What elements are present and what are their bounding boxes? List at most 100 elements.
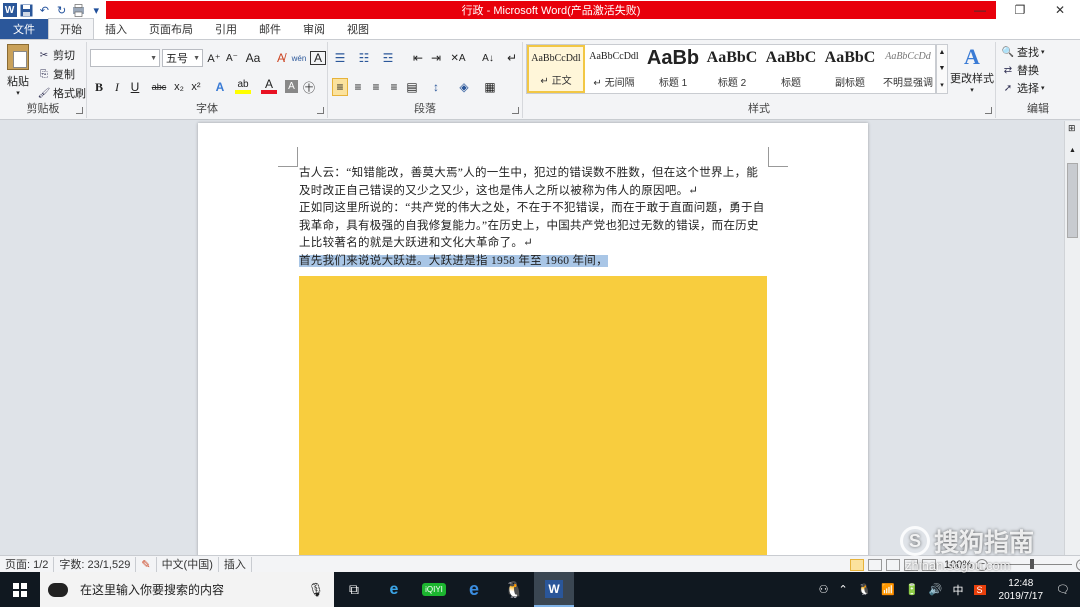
insert-mode[interactable]: 插入 <box>219 556 252 572</box>
replace-button[interactable]: ⇄ 替换 <box>1002 62 1039 78</box>
cut-button[interactable]: ✂ 剪切 <box>38 47 75 63</box>
paragraph-2[interactable]: 正如同这里所说的：“共产党的伟大之处，不在于不犯错误，而在于敢于直面问题，勇于自… <box>299 200 769 253</box>
style-subtle-emphasis[interactable]: AaBbCcDd 不明显强调 <box>879 45 937 93</box>
input-method[interactable]: 中 <box>948 582 969 598</box>
character-border-button[interactable]: A <box>310 51 326 65</box>
tab-insert[interactable]: 插入 <box>94 19 138 39</box>
style-no-spacing[interactable]: AaBbCcDdl ↵ 无间隔 <box>585 45 643 93</box>
paragraph-1[interactable]: 古人云：“知错能改，善莫大焉”人的一生中，犯过的错误数不胜数，但在这个世界上，能… <box>299 165 769 200</box>
enclose-characters-button[interactable]: ㊉ <box>301 78 317 96</box>
character-shading-button[interactable]: A <box>285 80 298 93</box>
tab-review[interactable]: 审阅 <box>292 19 336 39</box>
highlight-button[interactable]: ab <box>235 78 251 94</box>
paste-button[interactable]: 粘贴 ▾ <box>4 44 32 97</box>
align-right-button[interactable]: ≡ <box>368 78 384 96</box>
superscript-button[interactable]: x² <box>188 78 204 96</box>
zoom-slider-thumb[interactable] <box>1030 559 1035 569</box>
font-launcher[interactable] <box>317 107 324 114</box>
restore-button[interactable]: ❐ <box>1000 0 1040 20</box>
document-page[interactable]: 古人云：“知错能改，善莫大焉”人的一生中，犯过的错误数不胜数，但在这个世界上，能… <box>198 123 868 566</box>
style-heading-2[interactable]: AaBbC 标题 2 <box>703 45 761 93</box>
web-layout-view-icon[interactable] <box>886 558 900 571</box>
increase-indent-button[interactable]: ⇥ <box>428 49 444 67</box>
shading-button[interactable]: ◈ <box>456 78 472 96</box>
save-icon[interactable] <box>19 2 34 18</box>
style-normal[interactable]: AaBbCcDdl ↵ 正文 <box>527 45 585 93</box>
taskbar-search-box[interactable]: 在这里输入你要搜索的内容 🎙 <box>40 572 334 607</box>
iqiyi-icon[interactable]: iQIYI <box>414 572 454 607</box>
paragraph-launcher[interactable] <box>512 107 519 114</box>
strikethrough-button[interactable]: abc <box>151 78 167 96</box>
tray-expand-icon[interactable]: ⌃ <box>833 583 852 596</box>
style-subtitle[interactable]: AaBbC 副标题 <box>821 45 879 93</box>
styles-gallery-scroll[interactable]: ▲ ▼ ▾ <box>936 44 948 94</box>
font-name-box[interactable]: ▼ <box>90 49 160 67</box>
justify-button[interactable]: ≡ <box>386 78 402 96</box>
gallery-up-icon[interactable]: ▲ <box>939 49 946 56</box>
tab-view[interactable]: 视图 <box>336 19 380 39</box>
print-preview-icon[interactable] <box>71 2 86 18</box>
style-title[interactable]: AaBbC 标题 <box>762 45 820 93</box>
align-left-button[interactable]: ≡ <box>332 78 348 96</box>
underline-button[interactable]: U <box>127 78 143 96</box>
battery-icon[interactable]: 🔋 <box>900 583 924 596</box>
zoom-in-button[interactable]: + <box>1076 558 1080 571</box>
select-button[interactable]: ➚ 选择 ▾ <box>1002 80 1045 96</box>
gallery-down-icon[interactable]: ▼ <box>939 65 946 72</box>
notification-icon[interactable]: 🗨 <box>1051 583 1080 596</box>
text-effects-button[interactable]: A <box>212 78 228 96</box>
gallery-more-icon[interactable]: ▾ <box>940 81 944 89</box>
styles-launcher[interactable] <box>985 107 992 114</box>
close-button[interactable]: ✕ <box>1040 0 1080 20</box>
center-button[interactable]: ≡ <box>350 78 366 96</box>
tray-app-icon[interactable]: 🐧 <box>853 583 877 596</box>
vertical-scrollbar[interactable]: ⊞ ▲ <box>1064 121 1080 555</box>
italic-button[interactable]: I <box>109 78 125 96</box>
paragraph-3[interactable]: 首先我们来说说大跃进。大跃进是指 1958 年至 1960 年间， <box>299 253 769 271</box>
language[interactable]: 中文(中国) <box>157 556 219 572</box>
sogou-ime-icon[interactable]: S <box>969 584 991 596</box>
people-icon[interactable]: ⚇ <box>814 583 834 596</box>
font-size-box[interactable]: 五号 ▼ <box>162 49 203 67</box>
internet-explorer-icon[interactable]: e <box>374 572 414 607</box>
phonetic-guide-button[interactable]: wén <box>291 49 307 67</box>
minimize-button[interactable]: — <box>960 0 1000 20</box>
font-name-dropdown-icon[interactable]: ▼ <box>150 55 157 62</box>
inserted-image[interactable] <box>299 276 767 566</box>
undo-icon[interactable]: ↶ <box>37 2 52 18</box>
grow-font-button[interactable]: A⁺ <box>206 49 222 67</box>
scroll-up-icon[interactable]: ▲ <box>1069 147 1076 154</box>
style-heading-1[interactable]: AaBb 标题 1 <box>644 45 702 93</box>
customize-qat-icon[interactable]: ▾ <box>89 2 104 18</box>
start-button[interactable] <box>0 572 40 607</box>
word-count[interactable]: 字数: 23/1,529 <box>54 556 137 572</box>
ruler-toggle-icon[interactable]: ⊞ <box>1068 123 1076 134</box>
clear-format-button[interactable]: A̸ <box>273 49 289 67</box>
microphone-icon[interactable]: 🎙 <box>307 582 324 598</box>
word-app-icon[interactable]: W <box>2 2 17 18</box>
full-screen-view-icon[interactable] <box>868 558 882 571</box>
clipboard-launcher[interactable] <box>76 107 83 114</box>
change-styles-button[interactable]: A 更改样式 ▾ <box>950 44 994 94</box>
copy-button[interactable]: ⎘ 复制 <box>38 66 75 82</box>
font-size-dropdown-icon[interactable]: ▼ <box>193 55 200 62</box>
multilevel-list-button[interactable]: ☲ <box>380 49 396 67</box>
print-layout-view-icon[interactable] <box>850 558 864 571</box>
volume-icon[interactable]: 🔊 <box>924 583 948 596</box>
clock[interactable]: 12:48 2019/7/17 <box>991 577 1052 603</box>
word-taskbar-icon[interactable]: W <box>534 572 574 607</box>
chinese-layout-button[interactable]: ✕A <box>450 49 466 67</box>
tab-references[interactable]: 引用 <box>204 19 248 39</box>
bold-button[interactable]: B <box>91 78 107 96</box>
proofing-icon[interactable]: ✎ <box>136 556 157 572</box>
task-view-icon[interactable]: ⧉ <box>334 572 374 607</box>
page-count[interactable]: 页面: 1/2 <box>0 556 55 572</box>
bullets-button[interactable]: ☰ <box>332 49 348 67</box>
find-button[interactable]: 🔍 查找 ▾ <box>1002 44 1045 60</box>
change-case-button[interactable]: Aa <box>245 49 261 67</box>
subscript-button[interactable]: x₂ <box>171 78 187 96</box>
font-color-button[interactable]: A <box>261 77 277 94</box>
tab-page-layout[interactable]: 页面布局 <box>138 19 204 39</box>
tab-file[interactable]: 文件 <box>0 19 48 39</box>
tab-home[interactable]: 开始 <box>48 18 94 39</box>
